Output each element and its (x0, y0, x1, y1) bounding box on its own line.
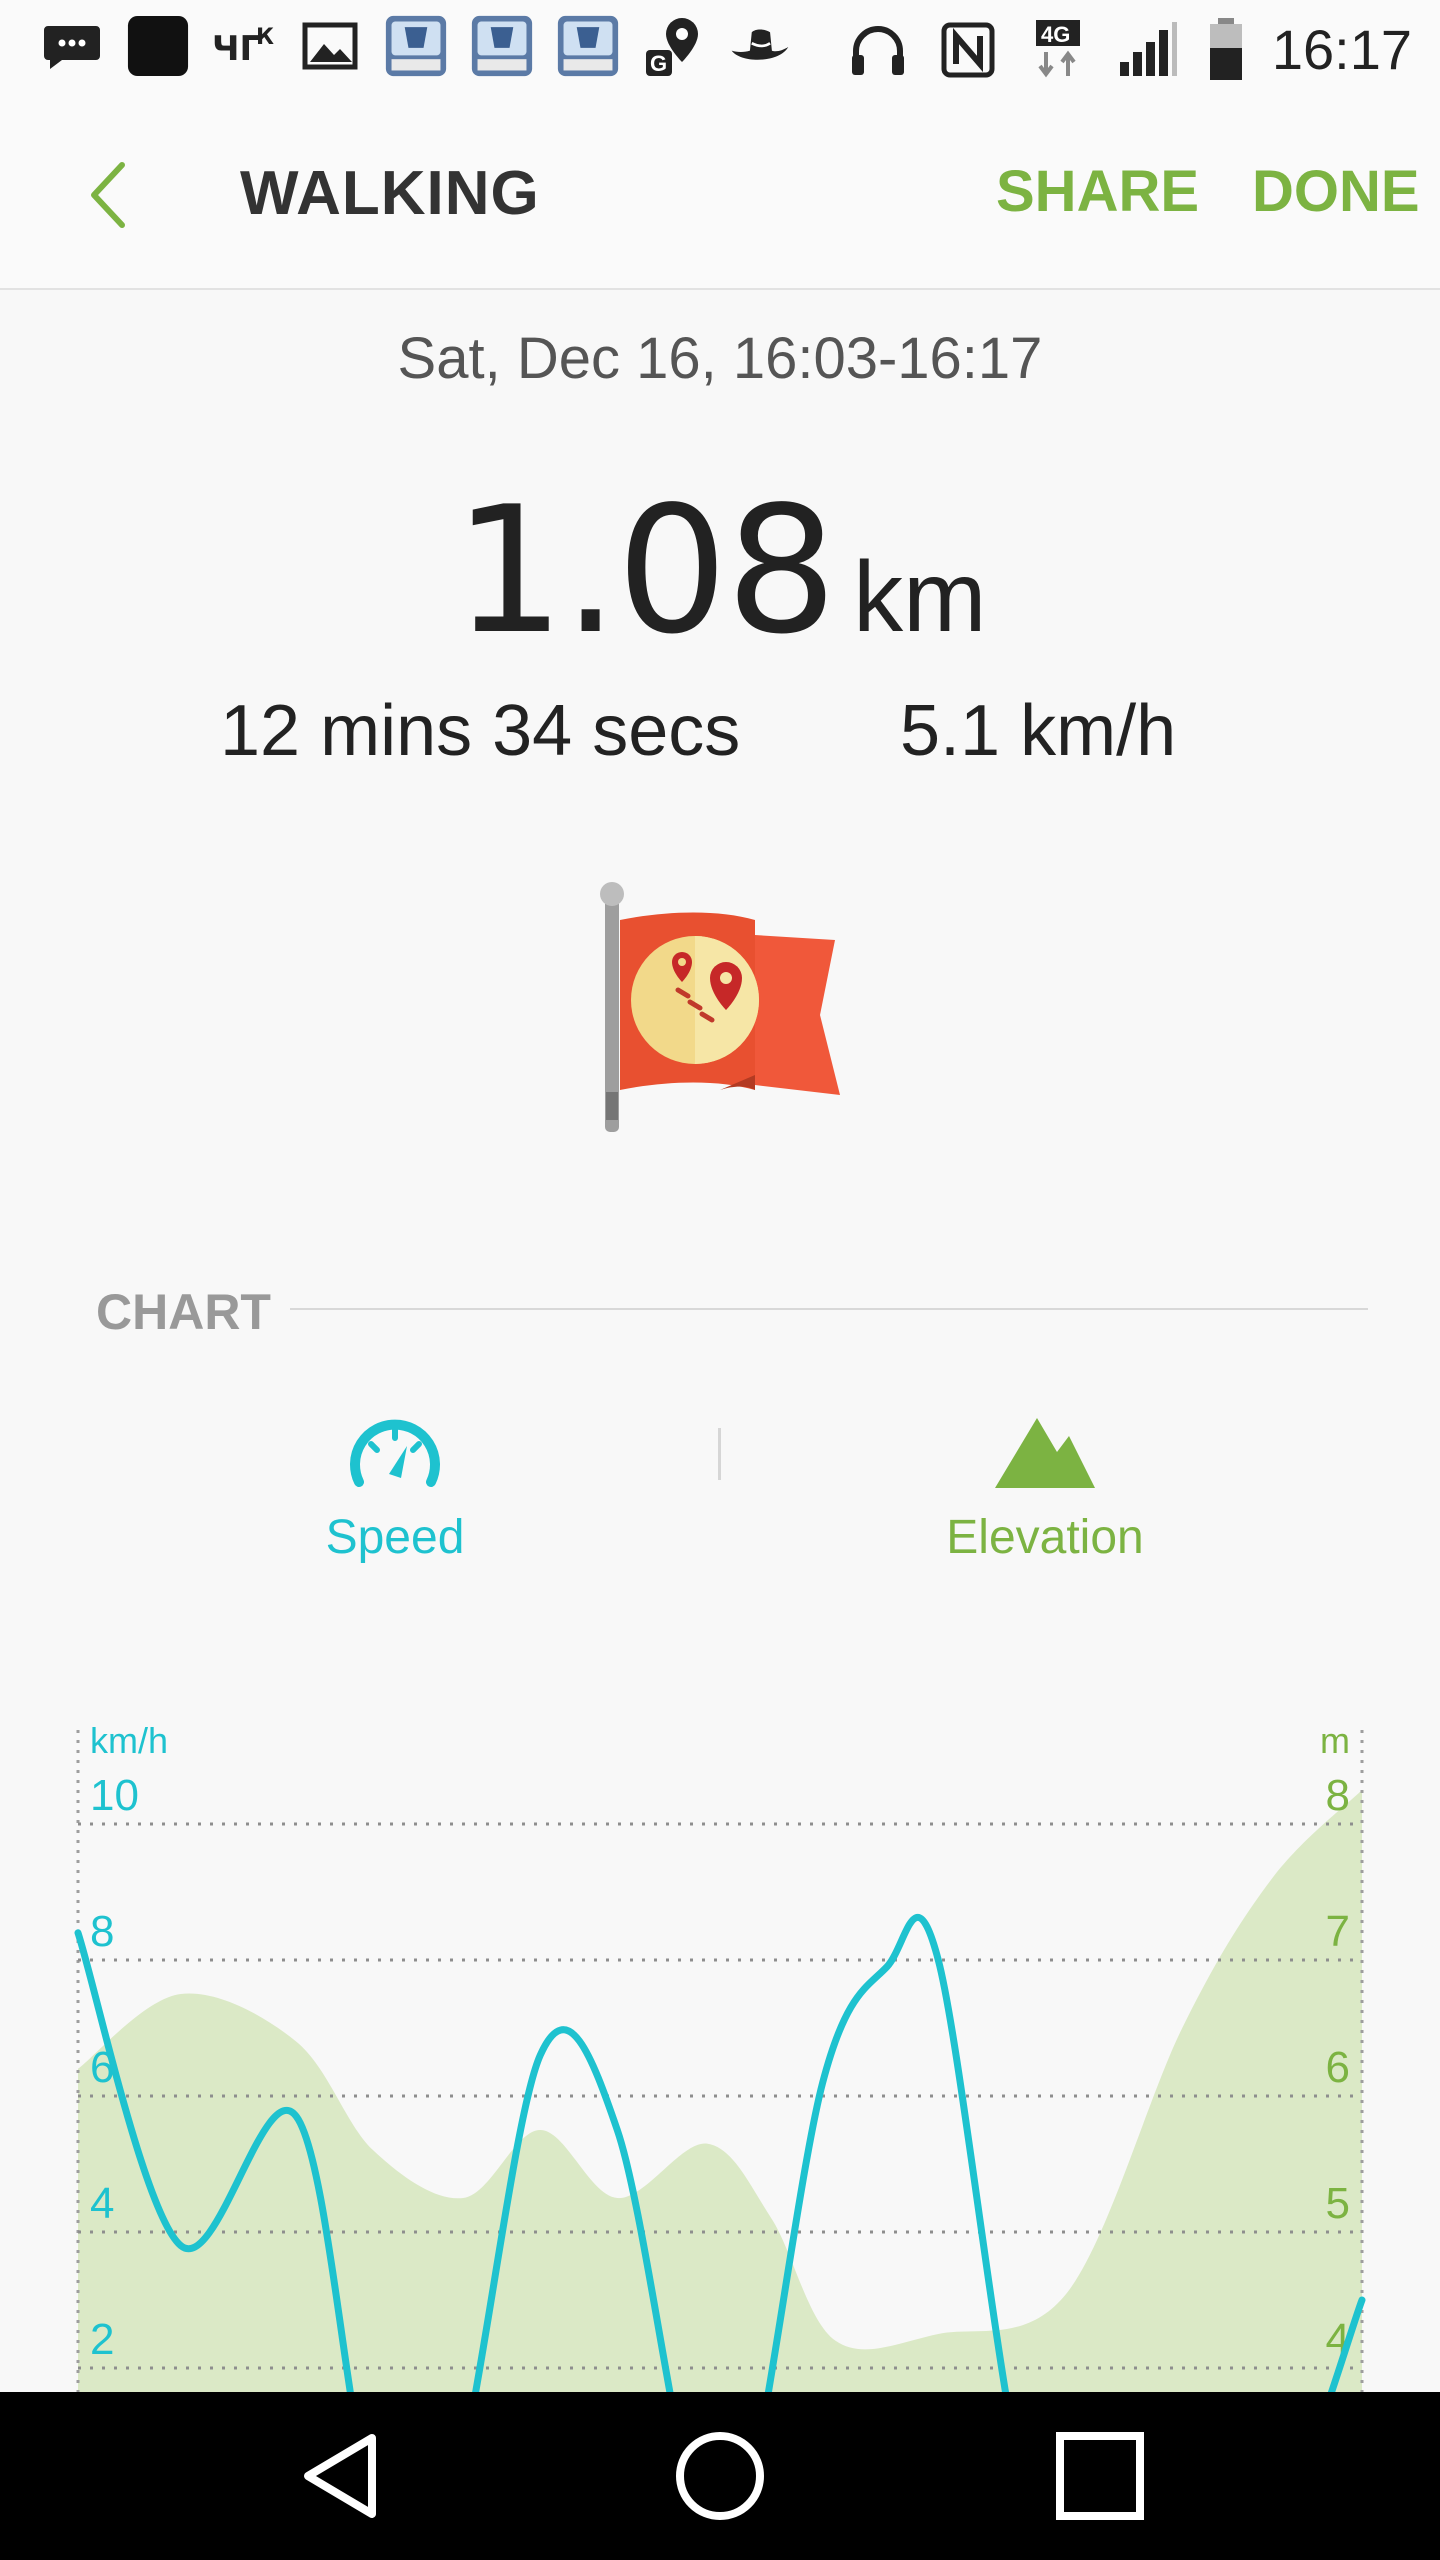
app-badge-icon (384, 14, 448, 78)
right-axis-unit: m (1320, 1720, 1350, 1761)
chart-svg: 10 88 76 64 52 4km/h m (74, 1720, 1366, 2560)
svg-text:G: G (650, 51, 667, 76)
network-4g-icon: 4G (1026, 18, 1090, 82)
app-badge-icon (470, 14, 534, 78)
app-icon (126, 14, 190, 78)
square-recents-icon (1056, 2432, 1144, 2520)
nav-back-button[interactable] (290, 2426, 390, 2526)
divider (290, 1308, 1368, 1310)
left-tick-label: 10 (90, 1771, 139, 1820)
location-icon: G (642, 14, 706, 78)
tab-divider (718, 1428, 721, 1480)
app-badge-icon (556, 14, 620, 78)
route-flag-icon[interactable] (590, 880, 850, 1140)
distance-unit: km (853, 541, 987, 653)
chevron-left-icon (91, 162, 125, 228)
right-tick-label: 7 (1326, 1907, 1350, 1956)
circle-home-icon (676, 2432, 764, 2520)
left-tick-label: 8 (90, 1907, 114, 1956)
tab-speed[interactable]: Speed (290, 1410, 500, 1565)
signal-icon (1116, 18, 1180, 82)
share-button[interactable]: SHARE (996, 158, 1199, 225)
network-type-label: 4G (1041, 22, 1070, 47)
status-bar: ЧГ К G 4G 16:17 (0, 0, 1440, 100)
svg-text:ЧГ: ЧГ (212, 29, 261, 69)
left-tick-label: 2 (90, 2315, 114, 2364)
right-tick-label: 6 (1326, 2043, 1350, 2092)
distance-value: 1.08 (453, 470, 838, 673)
left-axis-unit: km/h (90, 1720, 168, 1761)
triangle-back-icon (304, 2434, 376, 2518)
speed-elevation-chart: 10 8 8 7 6 6 4 5 2 4 km/h m (0, 1700, 1440, 2560)
average-speed: 5.1 km/h (900, 691, 1177, 771)
battery-icon (1206, 18, 1246, 82)
messages-icon (40, 14, 104, 78)
speedometer-icon (350, 1419, 440, 1487)
distance-summary: 1.08 km (0, 470, 1440, 673)
nav-home-button[interactable] (670, 2426, 770, 2526)
tab-speed-label: Speed (325, 1511, 465, 1564)
right-tick-label: 5 (1326, 2179, 1350, 2228)
elevation-area (78, 1790, 1362, 2392)
mountain-icon (995, 1418, 1095, 1488)
nfc-icon (936, 18, 1000, 82)
workout-duration: 12 mins 34 secs (220, 691, 741, 771)
carrier-icon: ЧГ К (212, 14, 276, 78)
notification-icons: ЧГ К G (40, 14, 792, 78)
tab-elevation-label: Elevation (946, 1511, 1144, 1564)
clock: 16:17 (1271, 18, 1412, 81)
workout-date-range: Sat, Dec 16, 16:03-16:17 (397, 326, 1043, 391)
headphones-icon (846, 18, 910, 82)
nav-recents-button[interactable] (1050, 2426, 1150, 2526)
tab-elevation[interactable]: Elevation (905, 1410, 1185, 1565)
back-button[interactable] (80, 155, 140, 235)
navigation-bar (0, 2392, 1440, 2560)
cowboy-hat-icon (728, 14, 792, 78)
left-tick-label: 4 (90, 2179, 114, 2228)
system-icons: 4G 16:17 (846, 14, 1412, 86)
chart-section-header: CHART (96, 1284, 271, 1340)
svg-text:К: К (256, 25, 274, 50)
gallery-icon (298, 14, 362, 78)
right-tick-label: 8 (1326, 1771, 1350, 1820)
done-button[interactable]: DONE (1252, 158, 1420, 225)
page-title: WALKING (240, 159, 540, 228)
app-bar: WALKING SHARE DONE (0, 100, 1440, 290)
